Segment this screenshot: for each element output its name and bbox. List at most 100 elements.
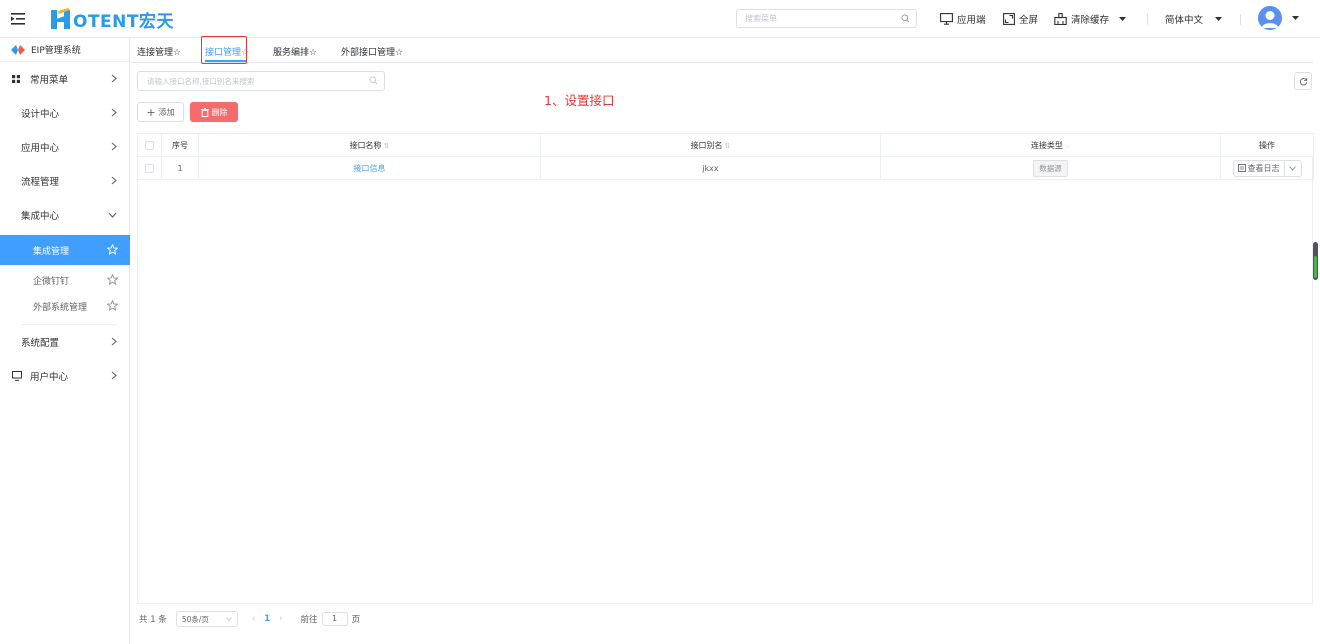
header-name-label: 接口名称 (349, 140, 382, 150)
row-type-cell: 数据源 (880, 156, 1221, 180)
chevron-right-icon (111, 176, 117, 185)
interface-search[interactable] (137, 71, 385, 91)
system-title-label: EIP管理系统 (31, 46, 81, 56)
interface-search-input[interactable] (138, 72, 358, 90)
interface-name-link[interactable]: 接口信息 (354, 164, 386, 173)
language-label: 简体中文 (1165, 15, 1204, 26)
row-alias: jkxx (540, 156, 881, 180)
caret-down-icon (1215, 16, 1223, 21)
sort-icon[interactable]: ⇅ (384, 142, 390, 150)
view-log-button[interactable]: 查看日志 (1234, 160, 1285, 176)
avatar-caret-icon[interactable] (1292, 16, 1299, 21)
system-title: EIP管理系统 (0, 38, 129, 62)
star-icon[interactable] (107, 274, 118, 285)
chevron-right-icon (111, 337, 117, 346)
fullscreen-icon (1003, 13, 1015, 25)
star-icon[interactable] (107, 300, 118, 311)
view-log-label: 查看日志 (1247, 163, 1280, 173)
view-log-split-button: 查看日志 (1232, 159, 1302, 177)
sidebar-item-label: 常用菜单 (30, 75, 69, 86)
tab-bar: 连接管理☆ 接口管理☆ 服务编排☆ 外部接口管理☆ (130, 38, 1313, 63)
page-suffix: 页 (351, 615, 361, 625)
delete-label: 删除 (211, 107, 228, 117)
tab-orchestration[interactable]: 服务编排☆ (273, 45, 317, 58)
row-select-cell (137, 156, 162, 180)
star-icon[interactable] (107, 244, 118, 255)
user-avatar-icon (1261, 11, 1279, 28)
current-page[interactable]: 1 (264, 614, 270, 624)
sidebar-item-label: 应用中心 (21, 143, 60, 154)
sidebar-item-flow[interactable]: 流程管理 (0, 164, 130, 198)
add-label: 添加 (158, 107, 175, 117)
search-icon[interactable] (901, 14, 910, 23)
refresh-button[interactable] (1294, 72, 1312, 90)
search-icon[interactable] (369, 76, 378, 85)
top-header: OTENT宏天 应用端 全屏 清除缓存 (0, 0, 1320, 38)
add-button[interactable]: + 添加 (137, 102, 184, 122)
monitor-icon (940, 13, 953, 25)
sidebar-item-app[interactable]: 应用中心 (0, 130, 130, 164)
interface-table: 序号 接口名称 ⇅ 接口别名 ⇅ 连接类型 ⌵ 操作 1 接口信息 jkxx 数据源 … (137, 133, 1314, 180)
tab-external-interface[interactable]: 外部接口管理☆ (341, 45, 403, 58)
clear-cache-button[interactable]: 清除缓存 (1054, 12, 1127, 26)
sidebar-item-integration[interactable]: 集成中心 (0, 198, 130, 232)
select-all-checkbox[interactable] (145, 140, 154, 150)
log-icon (1237, 164, 1246, 172)
pagination: 共 1 条 50条/页 ‹ 1 › 前往 1 页 (139, 611, 360, 627)
sidebar-item-label: 设计中心 (21, 109, 60, 120)
avatar[interactable] (1258, 6, 1282, 30)
sidebar-item-user[interactable]: 用户中心 (0, 359, 130, 393)
logo-h-icon (51, 8, 70, 29)
main-content: 连接管理☆ 接口管理☆ 服务编排☆ 外部接口管理☆ 1、设置接口 + 添加 删除 (130, 38, 1320, 644)
menu-search[interactable] (736, 9, 917, 28)
chevron-right-icon (111, 142, 117, 151)
page-size-select[interactable]: 50条/页 (175, 611, 238, 627)
header-type-label: 连接类型 (1030, 140, 1063, 150)
logo: OTENT宏天 (50, 7, 174, 32)
header-divider (1240, 14, 1241, 25)
sidebar-subitem-external[interactable]: 外部系统管理 (0, 291, 130, 321)
page-scrollbar[interactable] (1313, 242, 1318, 280)
ops-dropdown-toggle[interactable] (1285, 161, 1301, 176)
chevron-down-icon (1289, 165, 1296, 171)
goto-label: 前往 (300, 615, 318, 625)
grid-icon (12, 75, 20, 83)
chevron-down-icon (108, 212, 117, 218)
filter-chevron-icon[interactable]: ⌵ (1065, 142, 1070, 150)
language-select[interactable]: 简体中文 (1165, 12, 1223, 26)
next-page-icon[interactable]: › (279, 614, 282, 624)
header-alias[interactable]: 接口别名 ⇅ (540, 133, 881, 157)
chevron-right-icon (111, 371, 117, 380)
goto-page-input[interactable]: 1 (321, 612, 348, 626)
connection-type-tag: 数据源 (1033, 159, 1068, 177)
header-alias-label: 接口别名 (690, 140, 723, 150)
chevron-right-icon (111, 74, 117, 83)
sidebar-subitem-label: 外部系统管理 (33, 302, 88, 313)
header-ops: 操作 (1220, 133, 1314, 157)
header-select-cell (137, 133, 162, 157)
menu-toggle-icon[interactable] (11, 12, 25, 26)
menu-search-input[interactable] (737, 10, 887, 27)
refresh-icon (1299, 77, 1307, 85)
delete-button[interactable]: 删除 (190, 102, 238, 122)
sidebar-item-label: 用户中心 (30, 372, 69, 383)
app-client-button[interactable]: 应用端 (940, 12, 986, 26)
sidebar-item-system[interactable]: 系统配置 (0, 325, 130, 359)
row-ops-cell: 查看日志 (1220, 156, 1314, 180)
plus-icon: + (146, 105, 156, 119)
page-size-value: 50条/页 (181, 614, 209, 624)
row-checkbox[interactable] (145, 163, 154, 173)
sidebar-subitem-integration-mgmt[interactable]: 集成管理 (0, 235, 130, 265)
sort-icon[interactable]: ⇅ (725, 142, 731, 150)
tab-connection[interactable]: 连接管理☆ (137, 45, 181, 58)
header-name[interactable]: 接口名称 ⇅ (198, 133, 541, 157)
prev-page-icon[interactable]: ‹ (252, 614, 255, 624)
sidebar-item-label: 流程管理 (21, 177, 60, 188)
highlight-box (201, 36, 247, 64)
fullscreen-button[interactable]: 全屏 (1003, 12, 1038, 26)
sidebar-item-design[interactable]: 设计中心 (0, 96, 130, 130)
header-type[interactable]: 连接类型 ⌵ (880, 133, 1221, 157)
chevron-down-icon (225, 617, 232, 621)
sidebar-item-favorites[interactable]: 常用菜单 (0, 62, 130, 96)
row-index: 1 (161, 156, 199, 180)
